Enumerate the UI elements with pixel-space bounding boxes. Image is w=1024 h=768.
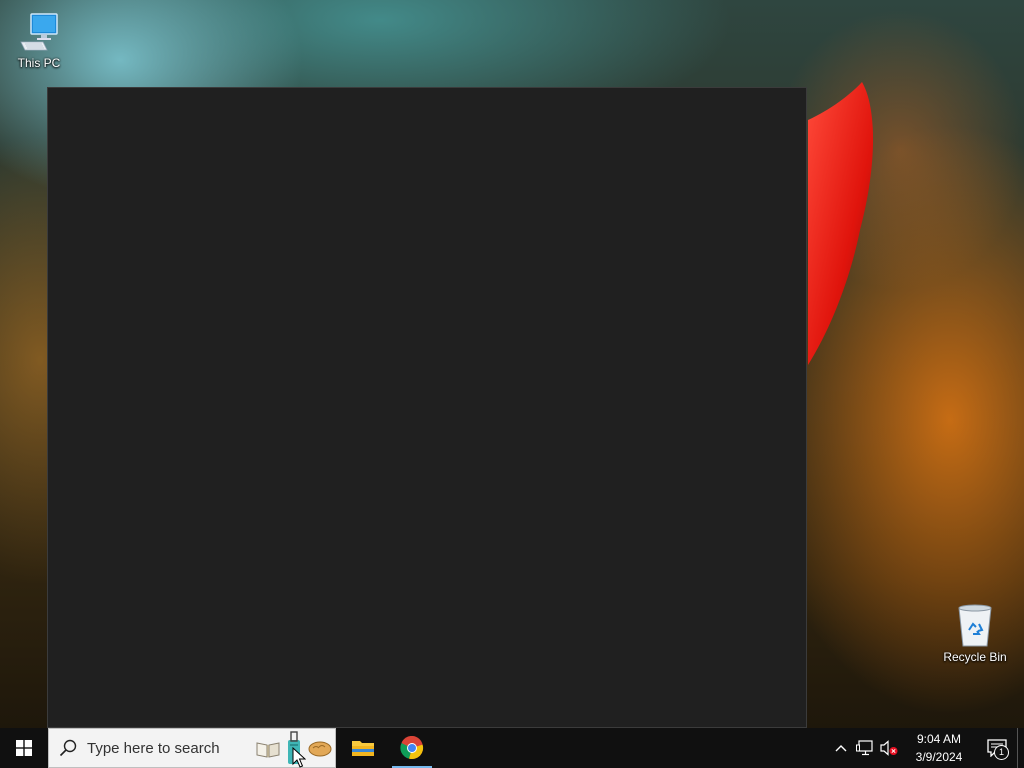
- show-hidden-icons-button[interactable]: [829, 728, 853, 768]
- windows-logo-icon: [16, 740, 32, 756]
- app-window[interactable]: [47, 87, 807, 728]
- search-placeholder: Type here to search: [87, 739, 220, 757]
- folder-icon: [352, 741, 374, 756]
- chevron-up-icon: [835, 745, 847, 752]
- notification-count-badge: 1: [994, 745, 1009, 760]
- system-tray: 9:04 AM 3/9/2024 1: [829, 728, 1024, 768]
- bread-icon: [308, 741, 332, 757]
- recycle-bin-icon: [958, 604, 992, 647]
- volume-button[interactable]: [877, 728, 901, 768]
- taskbar-chrome-button[interactable]: [388, 728, 436, 768]
- network-button[interactable]: [853, 728, 877, 768]
- desktop-icon-label: Recycle Bin: [943, 650, 1007, 664]
- wallpaper-flower-petal: [808, 82, 874, 365]
- action-center-button[interactable]: 1: [977, 728, 1017, 768]
- desktop-icon-this-pc[interactable]: This PC: [4, 10, 74, 70]
- network-icon: [856, 740, 873, 756]
- start-button[interactable]: [0, 728, 48, 768]
- taskbar-file-explorer-button[interactable]: [339, 728, 387, 768]
- desktop[interactable]: This PC Recycle Bin Type here to search …: [0, 0, 1024, 768]
- taskbar-clock[interactable]: 9:04 AM 3/9/2024: [905, 730, 973, 766]
- this-pc-icon: [20, 13, 58, 51]
- search-icon-container: [49, 728, 87, 768]
- clock-time: 9:04 AM: [916, 732, 962, 746]
- show-desktop-button[interactable]: [1017, 728, 1024, 768]
- mouse-cursor-icon: [292, 747, 306, 768]
- volume-muted-icon: [880, 740, 898, 756]
- desktop-icon-label: This PC: [17, 56, 61, 70]
- desktop-icon-recycle-bin[interactable]: Recycle Bin: [940, 602, 1010, 664]
- clock-date: 3/9/2024: [915, 750, 963, 764]
- search-icon: [59, 739, 77, 757]
- book-icon: [256, 742, 280, 758]
- taskbar: Type here to search 9:04 AM 3/9/2024 1: [0, 728, 1024, 768]
- chrome-icon: [400, 736, 424, 760]
